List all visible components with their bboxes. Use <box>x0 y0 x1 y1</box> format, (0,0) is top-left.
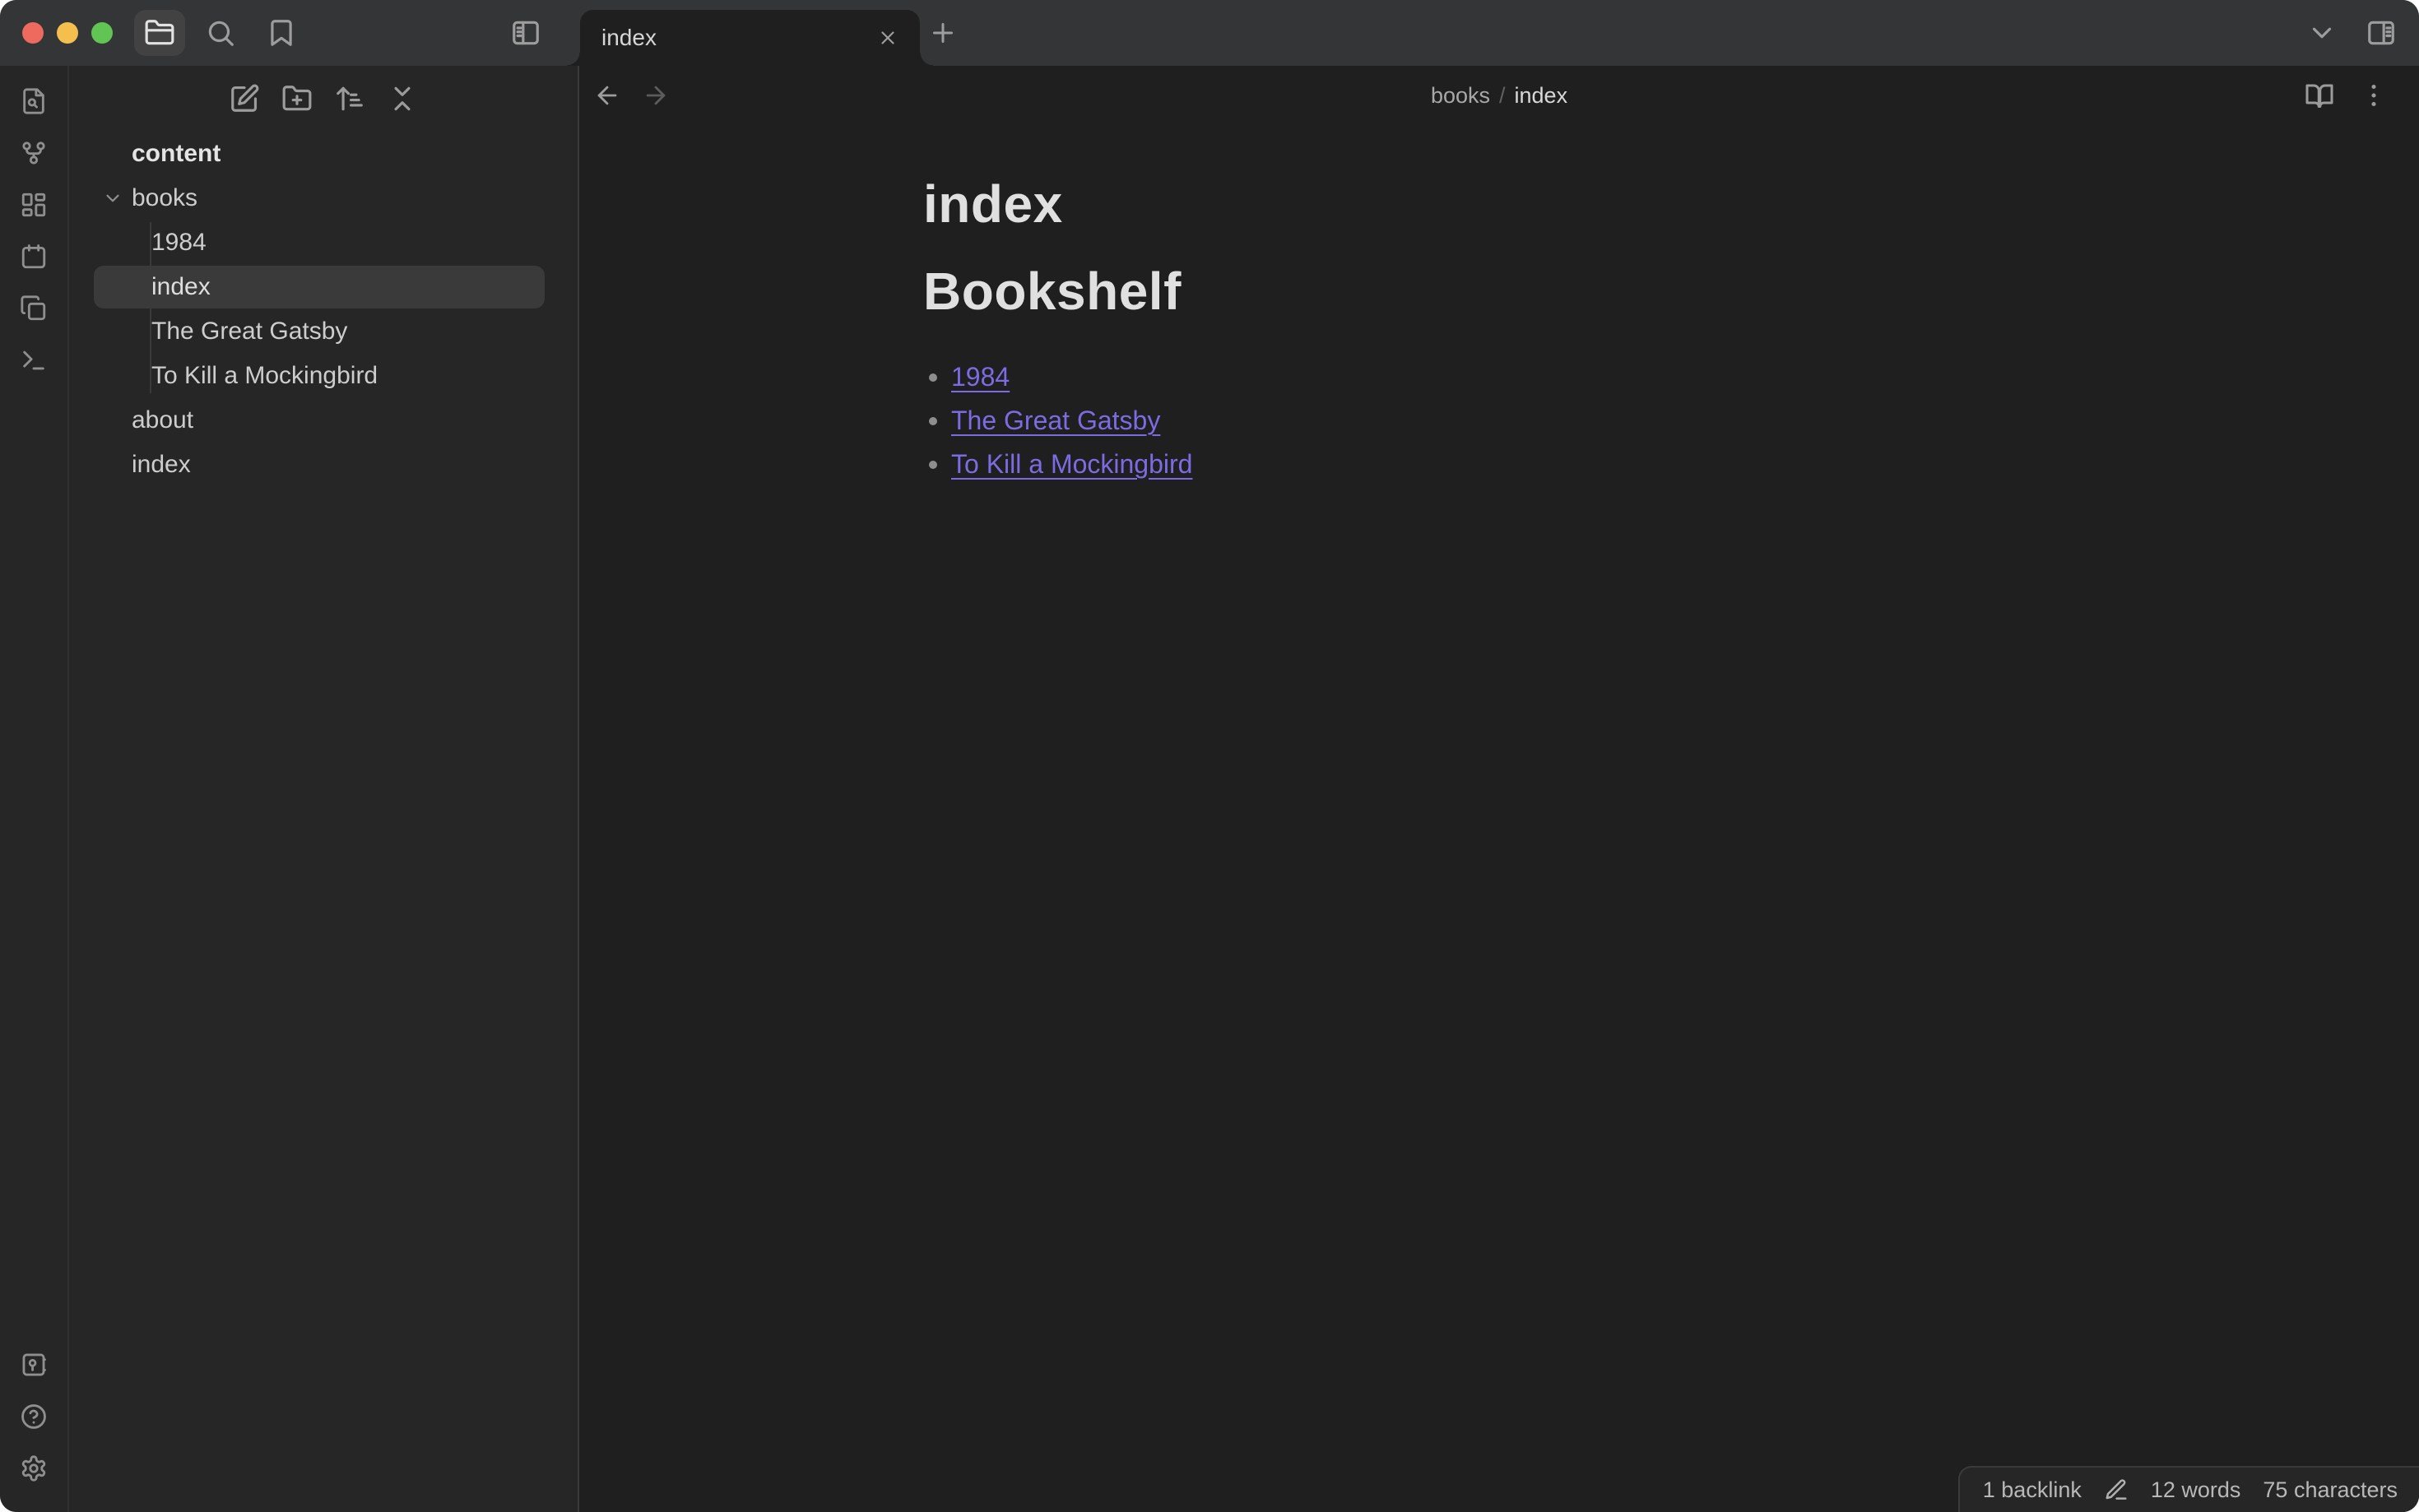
settings-icon <box>20 1454 48 1482</box>
tree-file-index-selected[interactable]: index <box>94 266 545 308</box>
link-1984[interactable]: 1984 <box>951 362 1010 392</box>
backlink-count[interactable]: 1 backlink <box>1983 1477 2082 1503</box>
minimize-window-button[interactable] <box>57 22 78 44</box>
status-bar: 1 backlink 12 words 75 characters <box>1957 1466 2419 1512</box>
breadcrumb-current[interactable]: index <box>1515 83 1568 109</box>
folder-icon <box>144 17 175 49</box>
canvas-button[interactable] <box>7 179 60 230</box>
templates-button[interactable] <box>7 282 60 334</box>
vault-icon <box>20 1351 48 1379</box>
tree-folder-books[interactable]: books <box>69 176 578 220</box>
expand-right-sidebar-button[interactable] <box>2363 10 2399 56</box>
terminal-icon <box>20 346 48 374</box>
sort-icon <box>334 83 365 114</box>
tab-title: index <box>601 25 657 50</box>
new-note-button[interactable] <box>227 81 262 116</box>
editor-header: books / index <box>579 66 2419 125</box>
vault-switcher-button[interactable] <box>7 1338 60 1390</box>
tab-index[interactable]: index <box>567 10 933 66</box>
tree-file-about[interactable]: about <box>69 398 578 443</box>
bookmark-icon <box>266 17 297 49</box>
reading-mode-icon <box>2305 81 2334 110</box>
sort-order-button[interactable] <box>332 81 367 116</box>
list-item: To Kill a Mockingbird <box>929 443 2075 486</box>
file-explorer: content books 1984 index The Great Gatsb… <box>69 66 579 1512</box>
tab-list-dropdown-button[interactable] <box>2304 10 2340 56</box>
terminal-button[interactable] <box>7 334 60 386</box>
collapse-all-icon <box>387 83 418 114</box>
tree-file-the-great-gatsby[interactable]: The Great Gatsby <box>69 309 578 354</box>
word-count: 12 words <box>2150 1477 2241 1502</box>
titlebar: index <box>0 0 2419 66</box>
more-options-icon <box>2359 81 2389 110</box>
obsidian-window: index content books 1984 index The Great… <box>0 0 2419 1512</box>
help-icon <box>20 1403 48 1431</box>
tab-close-button[interactable] <box>874 24 902 52</box>
new-tab-button[interactable] <box>928 18 958 48</box>
list-item: 1984 <box>929 355 2075 399</box>
new-note-icon <box>229 83 260 114</box>
tree-file-1984[interactable]: 1984 <box>69 220 578 265</box>
file-search-icon <box>20 87 48 115</box>
vault-title[interactable]: content <box>69 132 578 176</box>
breadcrumb-separator: / <box>1499 82 1506 108</box>
quick-switcher-button[interactable] <box>7 75 60 127</box>
breadcrumb-parent[interactable]: books <box>1431 83 1490 109</box>
close-window-button[interactable] <box>22 22 44 44</box>
more-options-button[interactable] <box>2356 78 2391 113</box>
new-folder-button[interactable] <box>280 81 314 116</box>
file-explorer-toolbar <box>69 66 578 132</box>
search-button[interactable] <box>195 10 246 56</box>
bullet-dot <box>929 460 937 469</box>
toggle-file-explorer-button[interactable] <box>134 10 185 56</box>
edit-icon[interactable] <box>2104 1477 2129 1502</box>
ribbon <box>0 66 69 1512</box>
note-title: index <box>923 174 1063 234</box>
tree-file-index-root[interactable]: index <box>69 443 578 487</box>
panel-left-icon <box>510 17 541 49</box>
indent-guide <box>150 222 151 393</box>
chevron-down-icon <box>102 188 123 209</box>
bullet-dot <box>929 416 937 425</box>
link-to-kill-a-mockingbird[interactable]: To Kill a Mockingbird <box>951 449 1192 480</box>
zoom-window-button[interactable] <box>91 22 113 44</box>
new-folder-icon <box>281 83 313 114</box>
traffic-lights <box>0 22 113 44</box>
graph-view-button[interactable] <box>7 127 60 179</box>
back-icon <box>593 81 621 109</box>
settings-button[interactable] <box>7 1442 60 1494</box>
reading-mode-button[interactable] <box>2302 78 2337 113</box>
list-item: The Great Gatsby <box>929 399 2075 443</box>
book-link-list: 1984 The Great Gatsby To Kill a Mockingb… <box>923 355 2075 486</box>
copy-icon <box>20 295 48 322</box>
graph-icon <box>20 139 48 167</box>
breadcrumb: books / index <box>1431 66 1567 125</box>
note-content: index Bookshelf 1984 The Great Gatsby To… <box>923 125 2075 486</box>
forward-icon <box>642 81 670 109</box>
search-icon <box>205 17 236 49</box>
plus-icon <box>928 18 958 48</box>
note-heading: Bookshelf <box>923 262 1182 321</box>
collapse-left-sidebar-button[interactable] <box>500 10 551 56</box>
help-button[interactable] <box>7 1390 60 1442</box>
chevron-down-icon <box>2306 17 2338 49</box>
file-tree: content books 1984 index The Great Gatsb… <box>69 132 578 487</box>
panel-right-icon <box>2366 17 2397 49</box>
bookmarks-button[interactable] <box>256 10 307 56</box>
calendar-icon <box>20 243 48 271</box>
close-icon <box>877 27 898 49</box>
collapse-all-button[interactable] <box>385 81 420 116</box>
editor-pane: books / index index Bookshelf 1984 The G… <box>579 66 2419 1512</box>
navigate-back-button[interactable] <box>591 79 624 112</box>
link-the-great-gatsby[interactable]: The Great Gatsby <box>951 406 1160 436</box>
character-count: 75 characters <box>2263 1477 2398 1502</box>
daily-note-button[interactable] <box>7 230 60 282</box>
navigate-forward-button[interactable] <box>639 79 672 112</box>
bullet-dot <box>929 373 937 382</box>
canvas-icon <box>20 191 48 219</box>
tree-file-to-kill-a-mockingbird[interactable]: To Kill a Mockingbird <box>69 354 578 398</box>
